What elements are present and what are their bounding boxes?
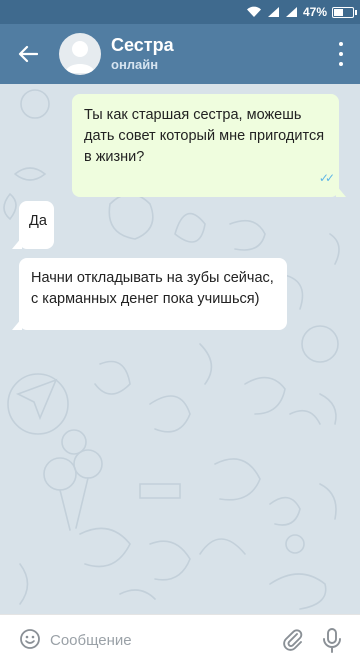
outgoing-message-bubble[interactable]: Ты как старшая сестра, можешь дать совет…: [72, 94, 346, 197]
microphone-icon[interactable]: [320, 627, 344, 653]
back-button[interactable]: [10, 36, 46, 72]
back-arrow-icon: [18, 45, 38, 63]
avatar-placeholder-icon: [65, 41, 95, 73]
paperclip-icon[interactable]: [281, 628, 305, 652]
battery-level: [334, 8, 344, 16]
message-text: Да: [29, 213, 47, 229]
message-composer: [0, 614, 360, 664]
chat-header: Сестра онлайн: [0, 24, 360, 84]
menu-dot: [339, 42, 343, 46]
incoming-message-bubble[interactable]: Начни откладывать на зубы сейчас, с карм…: [12, 258, 287, 330]
signal-icon: [285, 7, 297, 17]
menu-dot: [339, 62, 343, 66]
chat-area[interactable]: Ты как старшая сестра, можешь дать совет…: [0, 84, 360, 614]
battery-percent: 47%: [302, 5, 327, 19]
contact-name[interactable]: Сестра: [111, 35, 174, 56]
message-text: Ты как старшая сестра, можешь дать совет…: [84, 107, 325, 165]
status-bar-indicators: 47%: [246, 0, 357, 24]
incoming-message-bubble[interactable]: Да: [12, 201, 54, 249]
status-bar: 47%: [0, 0, 360, 24]
contact-status: онлайн: [111, 57, 159, 72]
message-text: Начни откладывать на зубы сейчас, с карм…: [31, 270, 274, 307]
read-checkmarks-icon: ✓✓: [318, 171, 335, 185]
avatar[interactable]: [59, 33, 101, 75]
signal-icon: [267, 7, 279, 17]
more-vertical-icon[interactable]: [336, 42, 346, 66]
wifi-icon: [246, 6, 261, 18]
menu-dot: [339, 52, 343, 56]
message-input[interactable]: [50, 627, 270, 653]
battery-icon: [332, 6, 357, 18]
emoji-icon[interactable]: [19, 628, 41, 650]
